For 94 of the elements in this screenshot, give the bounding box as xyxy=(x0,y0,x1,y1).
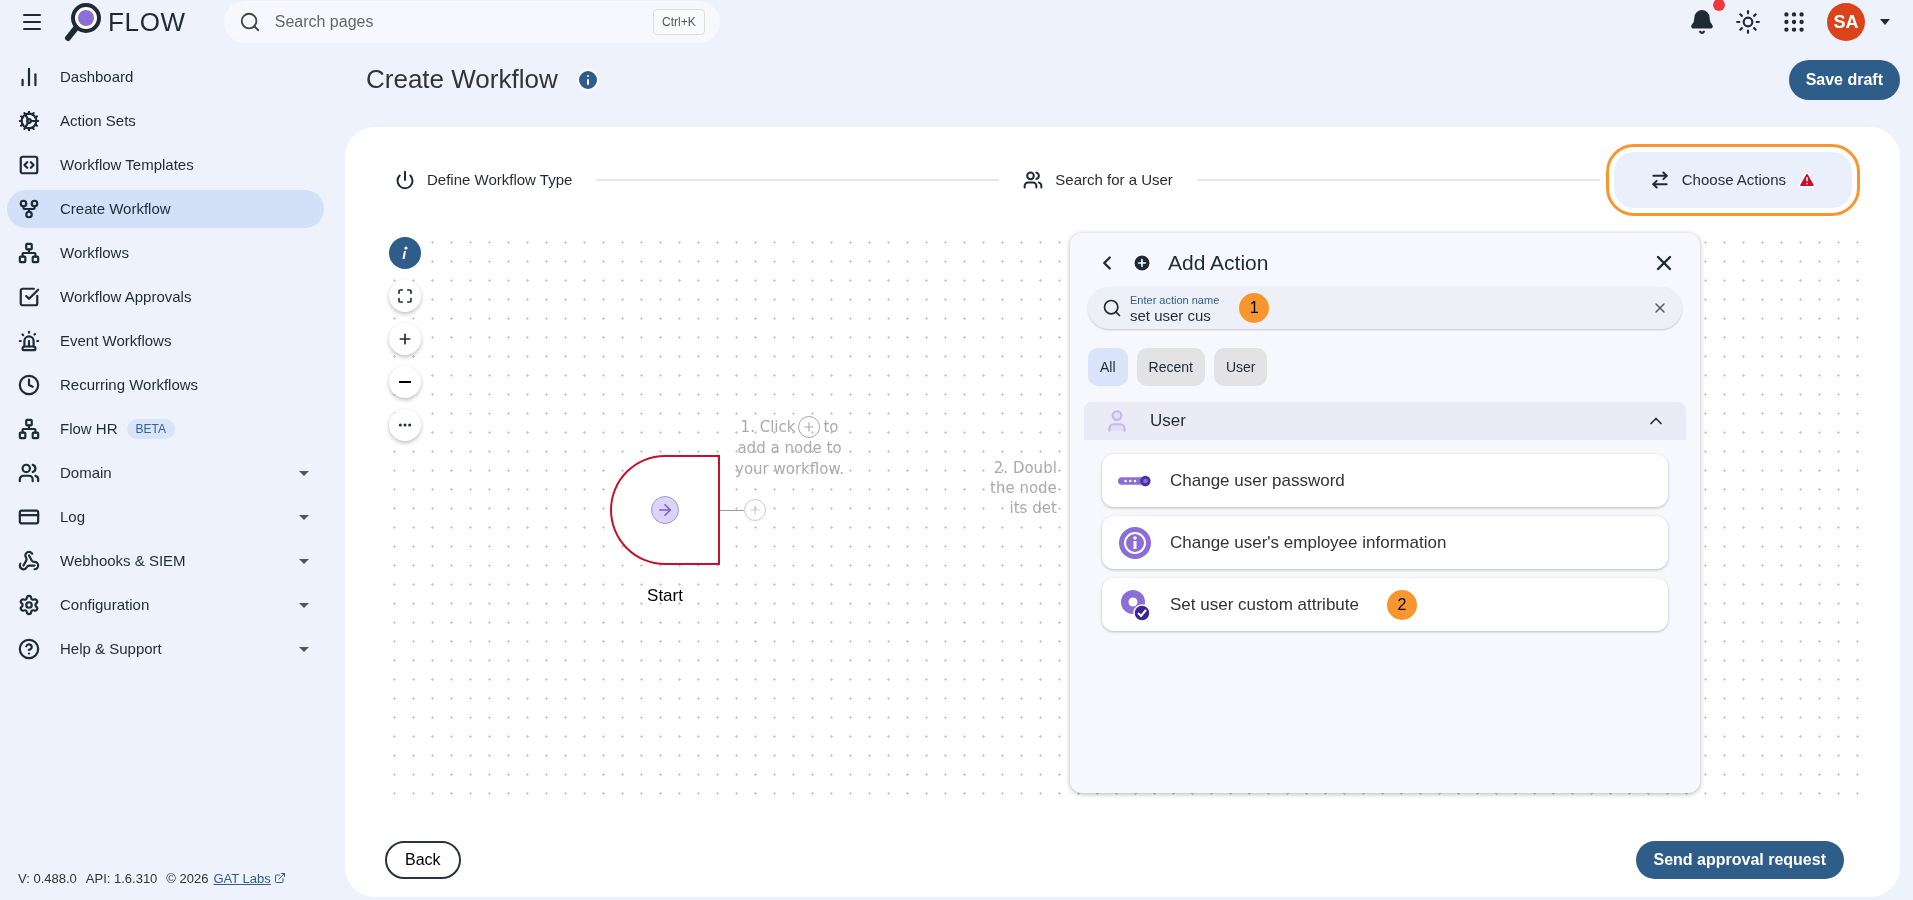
info-button[interactable] xyxy=(389,237,421,269)
caret-icon xyxy=(298,645,310,653)
annotation-badge: 2 xyxy=(1387,589,1417,620)
hierarchy-icon xyxy=(18,242,40,264)
notification-icon[interactable] xyxy=(1689,9,1715,35)
action-item[interactable]: Change user password xyxy=(1102,454,1668,507)
external-link-icon xyxy=(273,872,286,885)
info-icon xyxy=(402,246,408,260)
help-icon xyxy=(18,638,40,660)
hint-text: 1. Click xyxy=(740,416,796,438)
card-icon xyxy=(18,506,40,528)
hint-text: the node xyxy=(990,478,1057,498)
sidebar-item[interactable]: Domain xyxy=(7,454,324,492)
clock-icon xyxy=(18,374,40,396)
sidebar-item[interactable]: Create Workflow xyxy=(7,190,324,228)
app-name: FLOW xyxy=(108,5,186,39)
search-input[interactable]: Search pages xyxy=(274,10,640,34)
hint-text: add a node to xyxy=(737,438,842,459)
caret-icon xyxy=(298,513,310,521)
apps-grid-icon[interactable] xyxy=(1781,9,1807,35)
hint-text: 2. Doubl xyxy=(993,458,1057,478)
sidebar-item[interactable]: Event Workflows xyxy=(7,322,324,360)
sidebar-item[interactable]: Workflows xyxy=(7,234,324,272)
zoom-out-button[interactable] xyxy=(389,366,421,398)
users-icon xyxy=(18,462,40,484)
field-label: Enter action name xyxy=(1130,292,1220,307)
panel-title: Add Action xyxy=(1168,250,1269,277)
copyright-text: © 2026 xyxy=(166,869,209,888)
filter-chip[interactable]: All xyxy=(1088,348,1128,386)
expand-icon xyxy=(397,288,413,304)
hint-text: to xyxy=(823,416,839,438)
power-icon xyxy=(395,170,415,190)
siren-icon xyxy=(18,330,40,352)
add-circle-icon xyxy=(1132,253,1152,273)
people-icon xyxy=(1023,170,1044,190)
swap-icon xyxy=(1649,170,1670,190)
step-tab[interactable]: Search for a User xyxy=(1013,168,1183,192)
filter-chip[interactable]: User xyxy=(1213,348,1268,386)
theme-icon[interactable] xyxy=(1735,9,1761,35)
sidebar-item[interactable]: Log xyxy=(7,498,324,536)
caret-icon xyxy=(298,469,310,477)
hint-text: its det xyxy=(1009,498,1057,518)
fork-icon xyxy=(18,198,40,220)
search-field[interactable]: Search pages Ctrl+K xyxy=(223,1,720,43)
beta-tag: BETA xyxy=(126,419,175,439)
sidebar-item[interactable]: Help & Support xyxy=(7,630,324,668)
action-item[interactable]: Set user custom attribute 2 xyxy=(1102,578,1668,631)
caret-icon xyxy=(298,601,310,609)
field-value: set user cus xyxy=(1130,306,1212,324)
filter-chip[interactable]: Recent xyxy=(1136,348,1205,386)
sidebar-item[interactable]: Dashboard xyxy=(7,58,324,96)
sidebar-item[interactable]: Flow HR BETA xyxy=(7,410,324,448)
shortcut-hint: Ctrl+K xyxy=(653,9,705,35)
sidebar-item[interactable]: Workflow Templates xyxy=(7,146,324,184)
caret-icon[interactable] xyxy=(1879,18,1891,26)
sidebar-item[interactable]: Configuration xyxy=(7,586,324,624)
save-draft-button[interactable]: Save draft xyxy=(1788,59,1900,100)
back-button[interactable]: Back xyxy=(385,841,461,879)
action-search-field[interactable]: Enter action name set user cus 1 xyxy=(1088,287,1682,329)
search-icon xyxy=(1102,298,1122,318)
caret-icon xyxy=(298,557,310,565)
checklist-icon xyxy=(18,286,40,308)
info-refresh-icon xyxy=(1118,525,1152,560)
page-title: Create Workflow xyxy=(366,63,558,96)
gear-icon xyxy=(18,110,40,132)
step-tab[interactable]: Define Workflow Type xyxy=(385,168,583,192)
magnifier-logo-icon xyxy=(64,2,102,42)
action-item[interactable]: Change user's employee information xyxy=(1102,516,1668,569)
info-icon[interactable] xyxy=(575,67,600,92)
sidebar-item[interactable]: Workflow Approvals xyxy=(7,278,324,316)
minus-icon xyxy=(399,381,411,383)
bar-chart-icon xyxy=(18,66,40,88)
hint-text: your workflow. xyxy=(735,459,845,480)
plus-icon xyxy=(397,331,413,347)
code-window-icon xyxy=(18,154,40,176)
sidebar-item[interactable]: Recurring Workflows xyxy=(7,366,324,404)
password-icon xyxy=(1118,473,1152,488)
annotation-badge: 1 xyxy=(1239,293,1270,323)
fit-view-button[interactable] xyxy=(389,280,421,312)
sidebar-item[interactable]: Action Sets xyxy=(7,102,324,140)
zoom-in-button[interactable] xyxy=(389,323,421,355)
version-text: V: 0.488.0 xyxy=(18,869,77,888)
api-version-text: API: 1.6.310 xyxy=(85,869,158,888)
node-label: Start xyxy=(647,585,683,607)
hierarchy-icon xyxy=(18,418,40,440)
webhook-icon xyxy=(18,550,40,572)
user-avatar[interactable]: SA xyxy=(1827,3,1865,41)
search-icon xyxy=(238,11,261,33)
send-approval-button[interactable]: Send approval request xyxy=(1635,841,1844,879)
company-link[interactable]: GAT Labs xyxy=(213,868,271,888)
start-node[interactable] xyxy=(610,455,720,565)
group-header[interactable]: User xyxy=(1084,402,1686,440)
settings-icon xyxy=(18,594,40,616)
sidebar-item[interactable]: Webhooks & SIEM xyxy=(7,542,324,580)
